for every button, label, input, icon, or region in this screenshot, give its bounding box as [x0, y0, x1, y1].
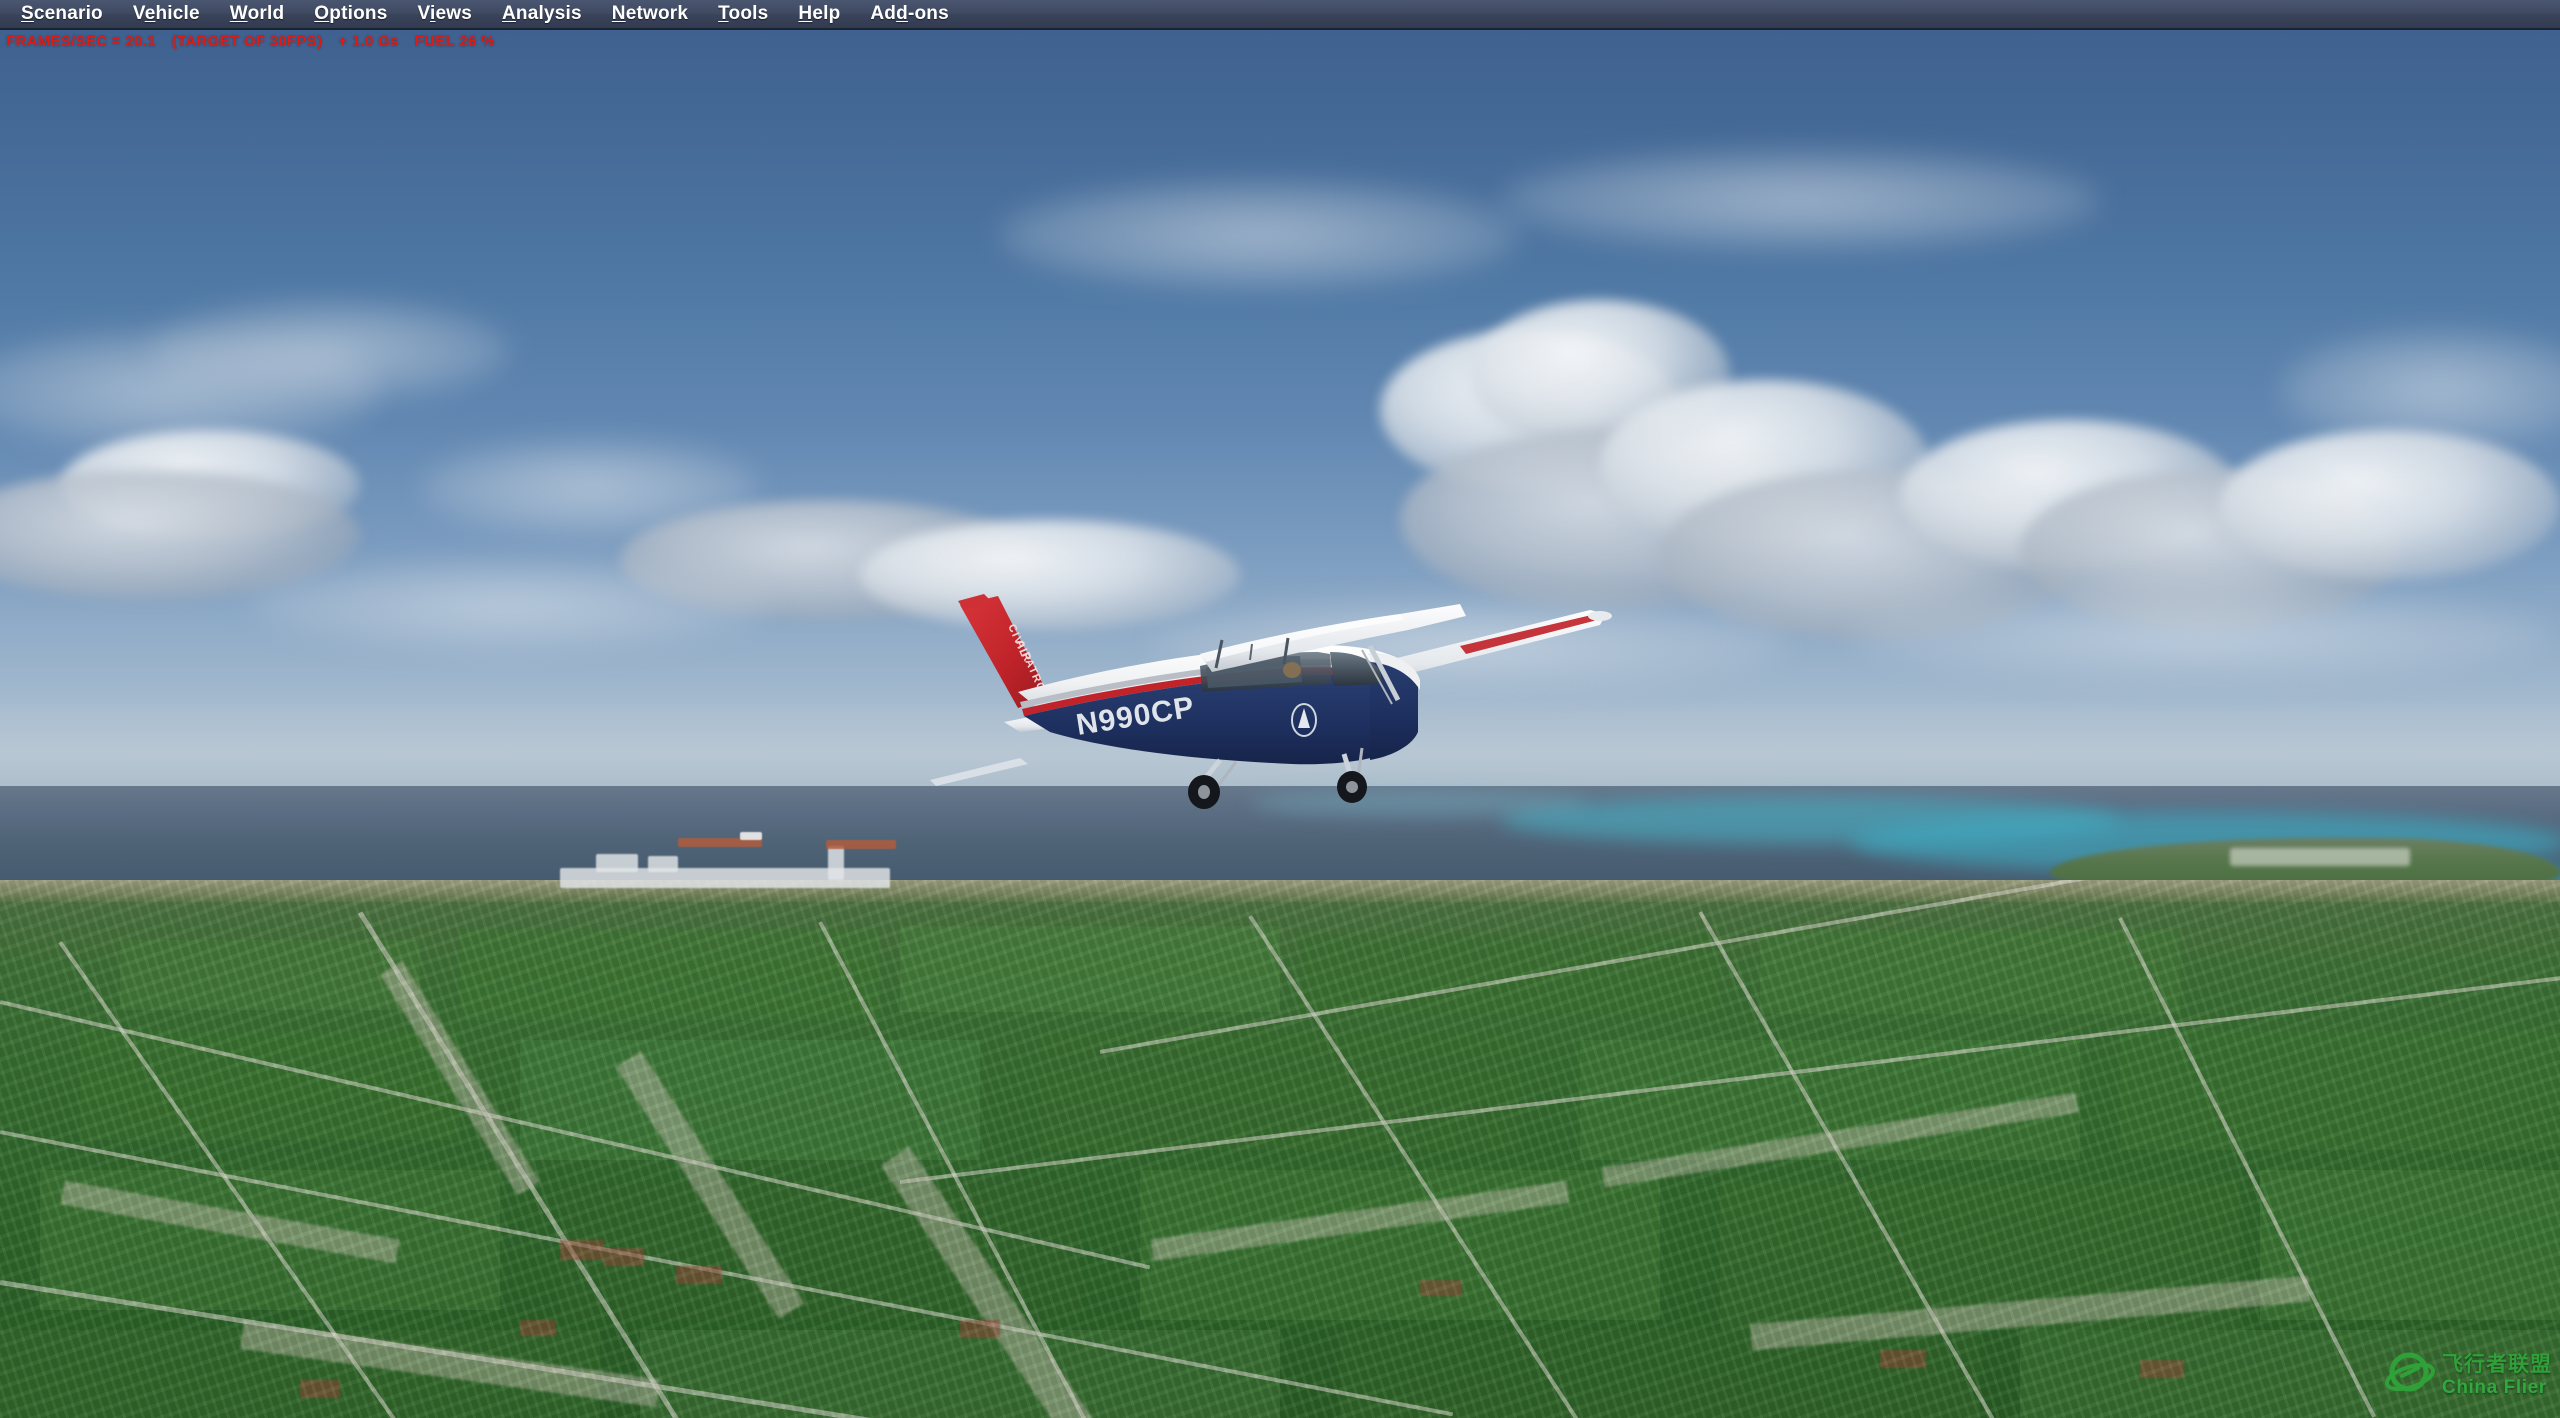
- fuel-readout: FUEL 26 %: [414, 33, 495, 50]
- road: [1698, 911, 2032, 1418]
- menu-help[interactable]: Help: [783, 1, 855, 27]
- watermark-english: China Flier: [2442, 1376, 2547, 1398]
- cloud: [1000, 180, 1520, 290]
- watermark: 飞行者联盟 China Flier: [2382, 1346, 2552, 1404]
- village: [240, 1320, 660, 1408]
- field-patch: [1040, 1030, 1520, 1150]
- cloud: [1500, 150, 2100, 250]
- player-aircraft: CIVIL AIR PATROL N990CP: [900, 580, 1620, 810]
- village: [380, 960, 540, 1196]
- road: [1248, 914, 1633, 1418]
- field-patch: [900, 926, 1280, 1012]
- road: [0, 1130, 1454, 1417]
- simulator-info-overlay: FRAMES/SEC = 20.1 (TARGET OF 30FPS) + 1.…: [6, 33, 495, 50]
- field-patch: [1140, 1170, 1660, 1320]
- road: [0, 1000, 1151, 1270]
- planet-ring-icon: [2384, 1352, 2436, 1392]
- building-cluster: [300, 1380, 340, 1398]
- field-patch: [2120, 1030, 2560, 1150]
- frames-per-second-readout: FRAMES/SEC = 20.1: [6, 33, 156, 50]
- village: [1749, 1275, 2311, 1351]
- cargo-ship: [826, 840, 896, 849]
- field-patch: [1340, 1330, 1980, 1418]
- road: [2118, 917, 2377, 1418]
- field-patch: [560, 1180, 1080, 1320]
- field-patch: [1720, 1180, 2240, 1330]
- road: [1099, 880, 2558, 1054]
- village: [615, 1051, 805, 1319]
- port-building: [648, 856, 678, 872]
- fps-target-readout: (TARGET OF 30FPS): [171, 33, 323, 50]
- menu-vehicle[interactable]: Vehicle: [118, 1, 215, 27]
- building-cluster: [960, 1320, 1000, 1338]
- field-patch: [2260, 1170, 2560, 1320]
- field-patch: [1300, 934, 1720, 1014]
- road: [357, 911, 765, 1418]
- menu-options[interactable]: Options: [299, 1, 402, 27]
- road: [818, 921, 1123, 1418]
- cloud: [150, 300, 510, 400]
- field-patch: [0, 1330, 600, 1418]
- building-cluster: [604, 1248, 644, 1266]
- field-patch: [40, 1170, 500, 1310]
- menu-bar[interactable]: Scenario Vehicle World Options Views Ana…: [0, 0, 2560, 30]
- menu-scenario[interactable]: Scenario: [6, 1, 118, 27]
- cloud: [1850, 590, 2550, 680]
- field-patch: [460, 930, 880, 1020]
- field-patch: [1580, 1040, 2080, 1160]
- port-building: [596, 854, 638, 872]
- building-cluster: [560, 1240, 604, 1260]
- menu-network[interactable]: Network: [597, 1, 703, 27]
- village: [880, 1146, 1100, 1418]
- village: [1601, 1092, 2079, 1188]
- menu-tools[interactable]: Tools: [703, 1, 783, 27]
- distant-island-buildings: [2230, 848, 2410, 866]
- field-patch: [80, 1030, 460, 1140]
- menu-analysis[interactable]: Analysis: [487, 1, 597, 27]
- field-patch: [120, 940, 420, 1010]
- road: [0, 1280, 1680, 1418]
- menu-addons[interactable]: Add-ons: [855, 1, 963, 27]
- g-force-readout: + 1.0 Gs: [338, 33, 399, 50]
- cargo-ship-superstructure: [740, 832, 762, 840]
- simulator-window: CIVIL AIR PATROL N990CP Scenario Vehicle…: [0, 0, 2560, 1418]
- building-cluster: [1880, 1350, 1926, 1368]
- road: [58, 940, 418, 1418]
- building-cluster: [676, 1266, 722, 1284]
- village: [1150, 1180, 1570, 1262]
- building-cluster: [520, 1320, 556, 1336]
- field-patch: [640, 1330, 1280, 1418]
- building-cluster: [2140, 1360, 2184, 1378]
- building-cluster: [1420, 1280, 1462, 1296]
- village: [60, 1180, 400, 1264]
- field-patch: [520, 1040, 980, 1160]
- road: [899, 975, 2560, 1184]
- menu-world[interactable]: World: [215, 1, 299, 27]
- coastline-strip: [0, 880, 2560, 902]
- cloud: [250, 560, 770, 650]
- terrain: [0, 880, 2560, 1418]
- menu-views[interactable]: Views: [402, 1, 487, 27]
- watermark-chinese: 飞行者联盟: [2442, 1352, 2552, 1376]
- field-patch: [1760, 930, 2180, 1014]
- port-crane: [828, 846, 844, 880]
- cloud: [2220, 430, 2560, 580]
